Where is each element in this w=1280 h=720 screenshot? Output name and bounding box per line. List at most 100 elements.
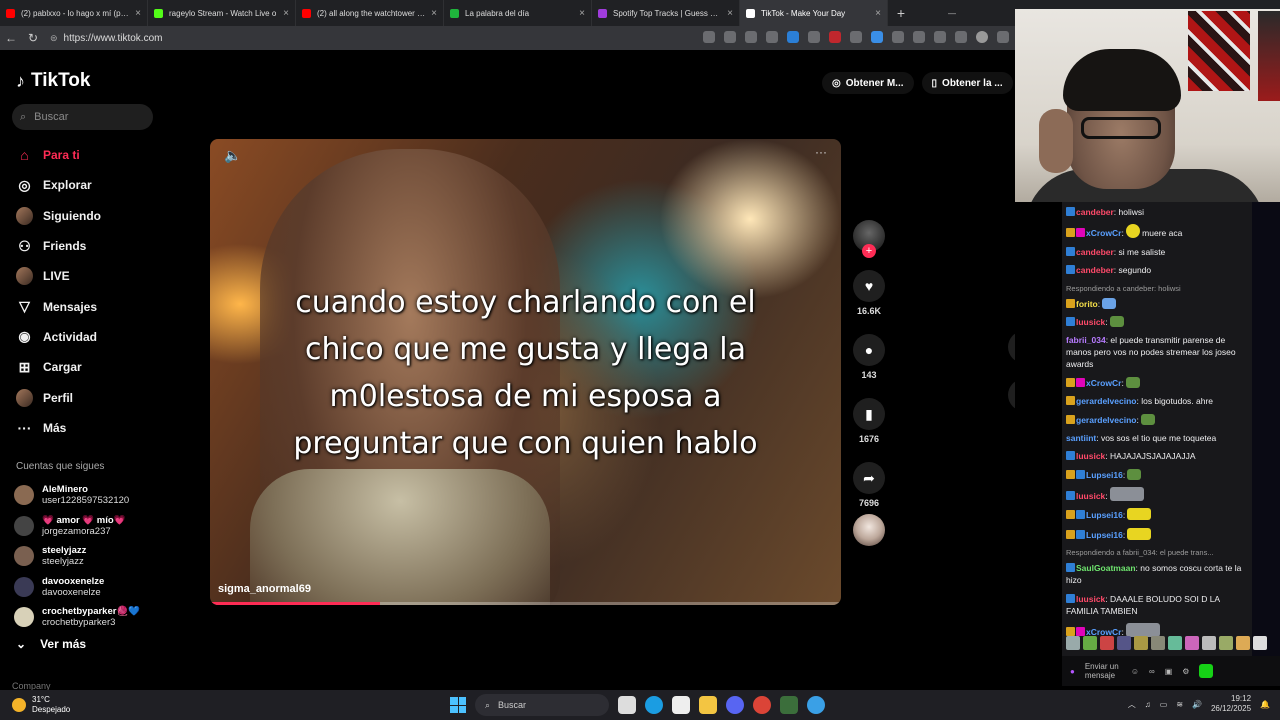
extension-icon[interactable] — [892, 31, 904, 43]
chat-message[interactable]: candeber: si me saliste — [1066, 246, 1248, 258]
search-input[interactable]: ⌕ Buscar — [12, 104, 153, 130]
chat-message[interactable]: santiint: vos sos el tio que me toquetea — [1066, 432, 1248, 444]
music-disc-avatar[interactable] — [853, 514, 885, 546]
followed-account[interactable]: davooxenelze davooxenelze — [14, 572, 184, 603]
chat-username[interactable]: luusick — [1076, 491, 1105, 501]
url-field[interactable]: ⊜ https://www.tiktok.com — [50, 33, 162, 44]
sub-badge-icon[interactable] — [1066, 414, 1075, 424]
chat-message[interactable]: forito: — [1066, 297, 1248, 310]
sidebar-item-actividad[interactable]: ◉ Actividad — [16, 322, 186, 352]
browser-tab[interactable]: (2) all along the watchtower - You × — [296, 0, 444, 26]
notification-bell-icon[interactable]: 🔔 — [1260, 700, 1270, 709]
puzzle-icon[interactable] — [913, 31, 925, 43]
chat-username[interactable]: candeber — [1076, 207, 1114, 217]
reader-icon[interactable] — [703, 31, 715, 43]
volume-icon[interactable]: 🔈 — [224, 147, 241, 164]
chat-username[interactable]: Lupsei16 — [1086, 530, 1123, 540]
prime-badge-icon[interactable] — [1066, 451, 1075, 461]
terminal-icon[interactable] — [780, 696, 798, 714]
chat-input[interactable]: ● Enviar un mensaje ☺ ∞ ▣ ⚙ — [1062, 656, 1280, 686]
chat-emote-icon[interactable] — [1140, 413, 1155, 425]
prime-badge-icon[interactable] — [1066, 593, 1075, 603]
chat-username[interactable]: forito — [1076, 299, 1098, 309]
profile-avatar-icon[interactable] — [976, 31, 988, 43]
sidebar-item-friends[interactable]: ⚇ Friends — [16, 231, 186, 261]
emote-icon[interactable] — [1151, 636, 1165, 650]
sidebar-item-mensajes[interactable]: ▽ Mensajes — [16, 291, 186, 321]
share-button[interactable]: ➦ — [853, 462, 885, 494]
emote-icon[interactable] — [1066, 636, 1080, 650]
prime-badge-icon[interactable] — [1066, 563, 1075, 573]
sub-badge-icon[interactable] — [1066, 298, 1075, 308]
chat-message[interactable]: luusick: — [1066, 487, 1248, 502]
menu-dots-icon[interactable] — [997, 31, 1009, 43]
browser-tab[interactable]: La palabra del día × — [444, 0, 592, 26]
prime-badge-icon[interactable] — [1066, 491, 1075, 501]
close-tab-icon[interactable]: × — [135, 8, 141, 19]
video-player[interactable]: cuando estoy charlando con el chico que m… — [210, 139, 841, 605]
sub-badge-icon[interactable] — [1066, 377, 1075, 387]
reload-icon[interactable]: ↻ — [22, 31, 44, 45]
chat-message[interactable]: xCrowCr: — [1066, 376, 1248, 389]
volume-icon[interactable]: 🔊 — [1192, 700, 1202, 709]
battery-icon[interactable]: ▭ — [1160, 700, 1168, 709]
favorites-icon[interactable] — [934, 31, 946, 43]
emote-picker-icon[interactable]: ☺ — [1131, 667, 1139, 676]
chat-emote-icon[interactable] — [1127, 508, 1152, 521]
follow-plus-icon[interactable]: + — [862, 244, 876, 258]
sidebar-item-perfil[interactable]: Perfil — [16, 382, 186, 412]
chat-message[interactable]: candeber: segundo — [1066, 264, 1248, 276]
chat-username[interactable]: santiint — [1066, 433, 1096, 443]
extension-icon[interactable] — [787, 31, 799, 43]
followed-account[interactable]: 💗 amor 💗 mío💗 jorgezamora237 — [14, 511, 184, 542]
emote-icon[interactable] — [1134, 636, 1148, 650]
close-tab-icon[interactable]: × — [727, 8, 733, 19]
close-tab-icon[interactable]: × — [875, 8, 881, 19]
sub-badge-icon[interactable] — [1066, 228, 1075, 238]
next-video-button[interactable]: ﹀ — [1008, 379, 1015, 411]
sidebar-item-parati[interactable]: ⌂ Para ti — [16, 140, 186, 170]
sidebar-item-siguiendo[interactable]: Siguiendo — [16, 201, 186, 231]
chat-message[interactable]: fabrii_034: el puede transmitir parense … — [1066, 334, 1248, 370]
sub-badge-icon[interactable] — [1066, 627, 1075, 637]
extension-icon[interactable] — [808, 31, 820, 43]
chat-emote-icon[interactable] — [1127, 468, 1142, 480]
extension-icon[interactable] — [850, 31, 862, 43]
creator-avatar[interactable]: + — [853, 220, 885, 258]
chat-emote-icon[interactable] — [1125, 376, 1140, 388]
store-icon[interactable]: ▣ — [1165, 667, 1173, 676]
followed-account[interactable]: crochetbyparker🧶💙 crochetbyparker3 — [14, 602, 184, 633]
chat-message[interactable]: luusick: — [1066, 315, 1248, 328]
wifi-icon[interactable]: ≋ — [1176, 700, 1183, 709]
emote-icon[interactable] — [1168, 636, 1182, 650]
more-dots-icon[interactable]: ··· — [815, 145, 827, 159]
chat-message[interactable]: luusick: HAJAJAJSJAJAJAJJA — [1066, 450, 1248, 462]
prime-badge-icon[interactable] — [1076, 469, 1085, 479]
close-tab-icon[interactable]: × — [579, 8, 585, 19]
chat-message[interactable]: Lupsei16: — [1066, 468, 1248, 481]
collections-icon[interactable] — [955, 31, 967, 43]
chat-emote-icon[interactable] — [1125, 623, 1160, 638]
bookmark-star-icon[interactable] — [766, 31, 778, 43]
chrome-icon[interactable] — [753, 696, 771, 714]
prime-badge-icon[interactable] — [1076, 510, 1085, 520]
comment-button[interactable]: ● — [853, 334, 885, 366]
taskbar-search[interactable]: ⌕ Buscar — [475, 694, 609, 716]
settings-gear-icon[interactable]: ⚙ — [1182, 667, 1189, 676]
close-tab-icon[interactable]: × — [431, 8, 437, 19]
prime-badge-icon[interactable] — [1066, 207, 1075, 216]
emote-icon[interactable] — [1236, 636, 1250, 650]
store-icon[interactable] — [672, 696, 690, 714]
chat-username[interactable]: xCrowCr — [1086, 228, 1121, 238]
chat-username[interactable]: luusick — [1076, 594, 1105, 604]
chat-emote-icon[interactable] — [1109, 487, 1144, 502]
followed-account[interactable]: AleMinero user1228597532120 — [14, 480, 184, 511]
mic-icon[interactable]: ● — [1070, 667, 1075, 676]
back-icon[interactable]: ← — [0, 31, 22, 45]
prime-badge-icon[interactable] — [1066, 316, 1075, 326]
video-author[interactable]: sigma_anormal69 — [218, 583, 311, 595]
chat-message[interactable]: SaulGoatmaan: no somos coscu corta te la… — [1066, 562, 1248, 586]
edge-browser-icon[interactable] — [645, 696, 663, 714]
chat-message[interactable]: candeber: holiwsi — [1066, 206, 1248, 218]
chat-emote-icon[interactable] — [1127, 527, 1152, 540]
